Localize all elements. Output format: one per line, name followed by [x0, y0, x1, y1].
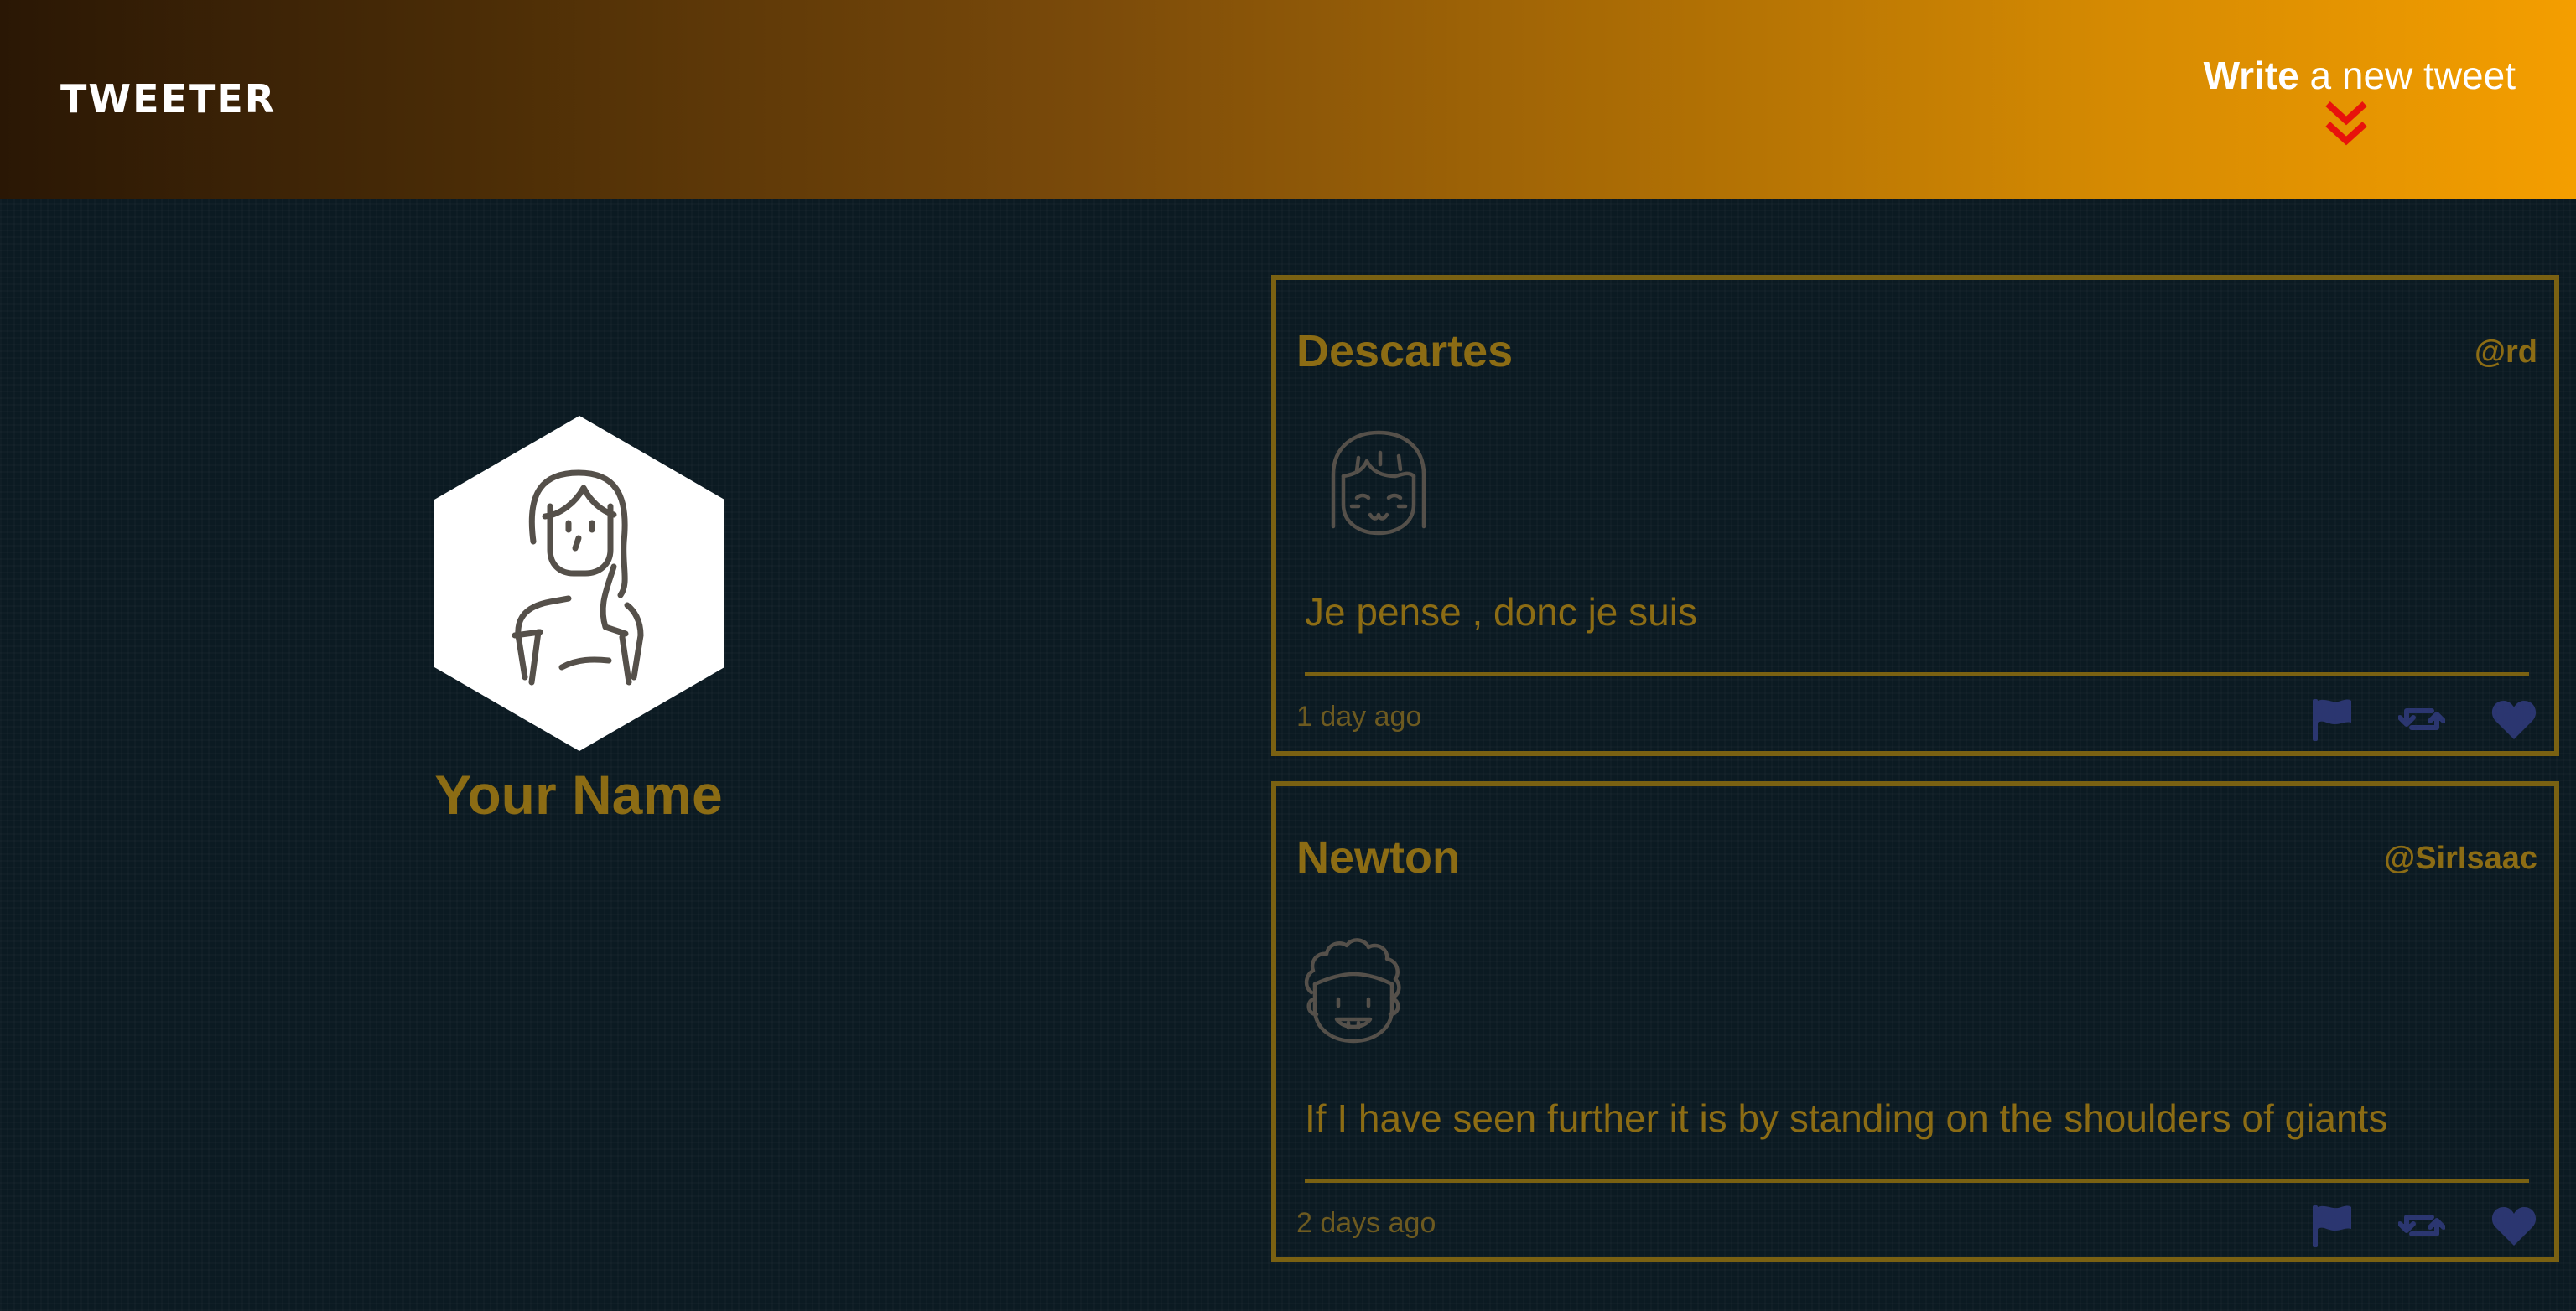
tweet-text: If I have seen further it is by standing… — [1305, 1096, 2388, 1140]
user-profile: Your Name — [369, 416, 788, 852]
tweet-handle: @rd — [2474, 334, 2537, 370]
heart-icon[interactable] — [2490, 696, 2537, 743]
tweet-author: Descartes — [1296, 326, 1514, 376]
flag-icon[interactable] — [2308, 696, 2355, 743]
tweet-handle: @SirIsaac — [2384, 841, 2537, 876]
tweet-divider — [1305, 672, 2529, 676]
top-nav: TWEETER Write a new tweet — [0, 0, 2576, 200]
profile-name: Your Name — [434, 764, 723, 826]
tweet-author: Newton — [1296, 832, 1460, 883]
flag-icon[interactable] — [2308, 1202, 2355, 1249]
double-chevron-down-icon[interactable] — [2324, 101, 2368, 148]
compose-label-light: a new tweet — [2298, 54, 2516, 97]
retweet-icon[interactable] — [2398, 1202, 2445, 1249]
compose-toggle[interactable]: Write a new tweet — [2080, 50, 2516, 151]
tweet-feed: Descartes @rd Je pense , donc je suis 1 … — [1271, 275, 2559, 1288]
tweet-card: Newton @SirIsaac If I have seen further … — [1271, 781, 2559, 1262]
brand-logo[interactable]: TWEETER — [60, 74, 276, 124]
tweet-text: Je pense , donc je suis — [1305, 590, 1697, 634]
tweet-card: Descartes @rd Je pense , donc je suis 1 … — [1271, 275, 2559, 756]
curly-hair-face-avatar-icon — [1296, 934, 1410, 1048]
tweet-timestamp: 1 day ago — [1296, 701, 1422, 733]
tweet-actions — [2286, 696, 2537, 743]
tweet-actions — [2286, 1202, 2537, 1249]
tweet-divider — [1305, 1179, 2529, 1183]
compose-label-strong: Write — [2203, 54, 2299, 97]
tweet-timestamp: 2 days ago — [1296, 1207, 1436, 1239]
heart-icon[interactable] — [2490, 1202, 2537, 1249]
retweet-icon[interactable] — [2398, 696, 2445, 743]
compose-label[interactable]: Write a new tweet — [2204, 50, 2516, 101]
girl-face-avatar-icon — [1322, 428, 1436, 542]
profile-avatar — [434, 416, 724, 751]
